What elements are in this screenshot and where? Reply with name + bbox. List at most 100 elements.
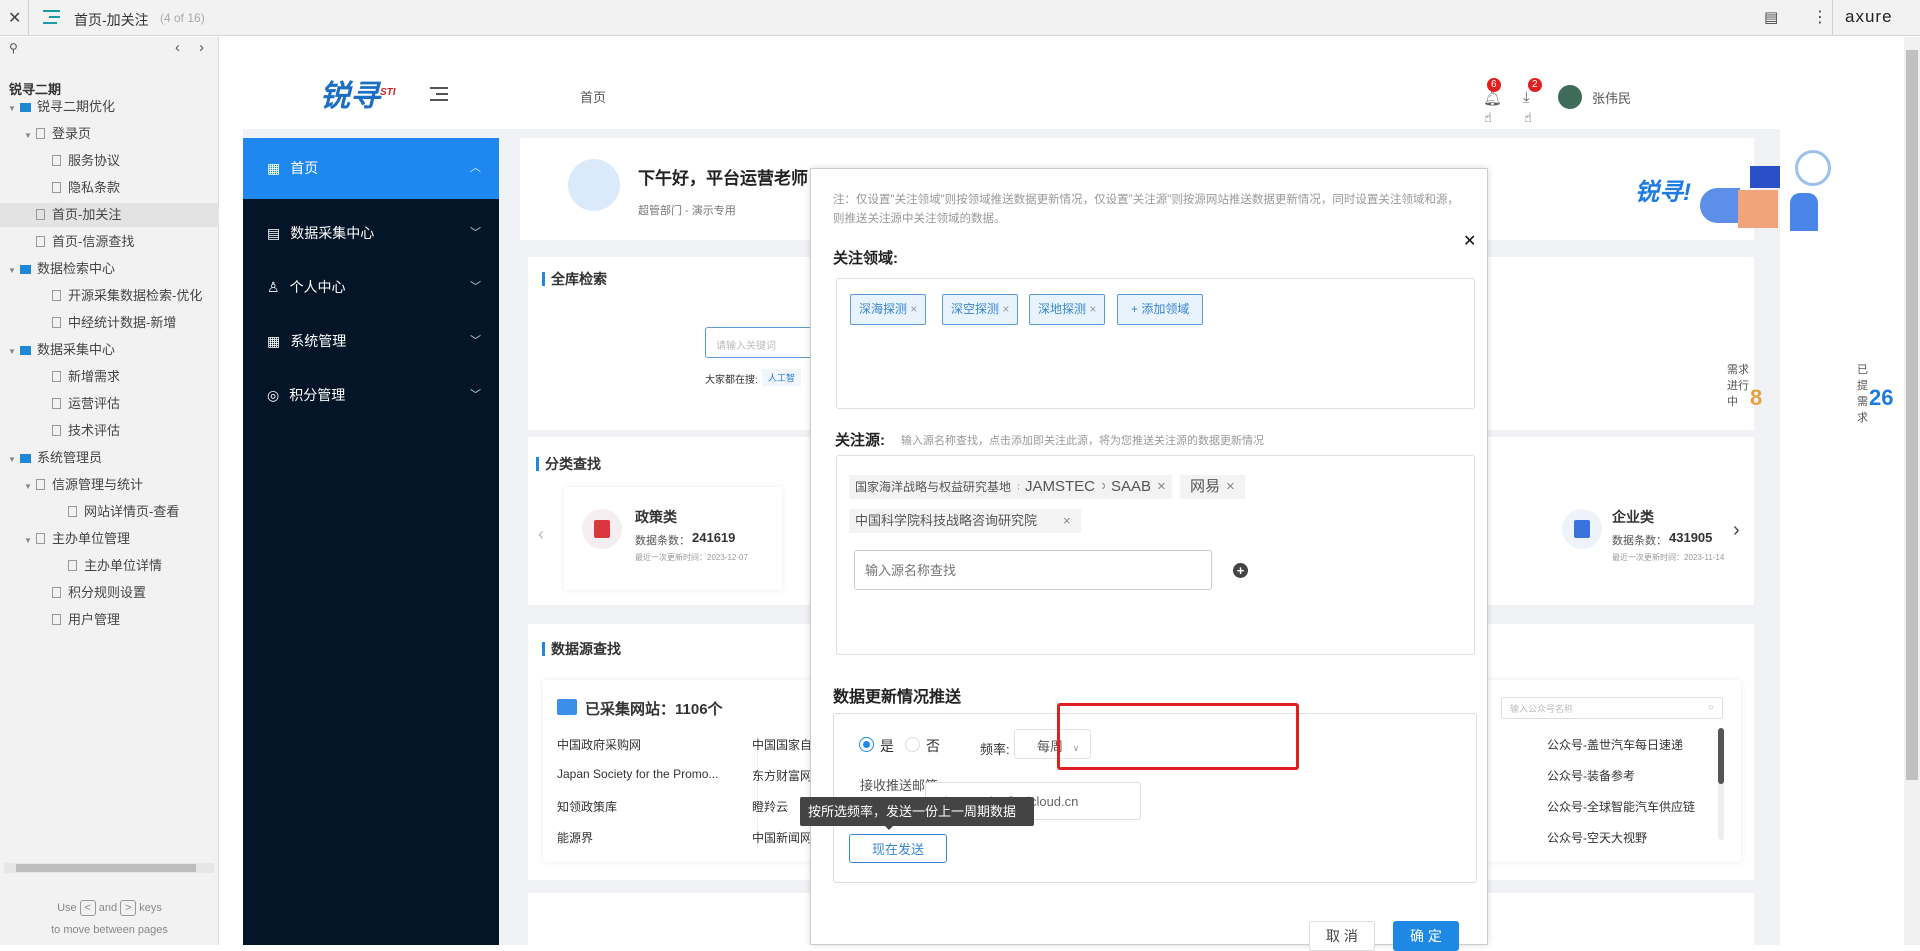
sitemap-item[interactable]: 用户管理	[40, 608, 120, 632]
push-title: 数据更新情况推送	[833, 689, 962, 706]
sitemap-item[interactable]: 首页-信源查找	[24, 230, 134, 254]
remove-icon[interactable]: ×	[910, 302, 917, 316]
expand-triangle-icon[interactable]: ▼	[24, 529, 36, 553]
website-icon	[557, 699, 577, 715]
nav-item[interactable]: ▤ 数据采集中心 ﹀	[243, 206, 499, 260]
sitemap-item[interactable]: 主办单位详情	[56, 554, 162, 578]
radio-no[interactable]	[905, 737, 920, 752]
carousel-next-icon[interactable]: ›	[1733, 519, 1740, 542]
sitemap-item-label: 技术评估	[68, 423, 121, 438]
collapse-menu-icon[interactable]	[430, 87, 448, 101]
site-link[interactable]: 中国国家自	[752, 736, 812, 753]
page-icon	[52, 614, 61, 625]
site-link[interactable]: 能源界	[557, 829, 593, 846]
carousel-prev-icon[interactable]: ‹	[538, 524, 544, 545]
notes-icon[interactable]: ▤	[1764, 8, 1778, 26]
sitemap-item[interactable]: ▼ 系统管理员	[8, 446, 102, 470]
prev-page-button[interactable]: ‹	[175, 39, 180, 56]
sitemap-item[interactable]: ▼ 登录页	[24, 122, 91, 146]
hot-tag[interactable]: 人工智	[762, 369, 802, 386]
close-icon[interactable]: ✕	[1463, 231, 1476, 251]
sitemap-item[interactable]: 首页-加关注	[0, 203, 219, 227]
user-name[interactable]: 张伟民	[1592, 88, 1631, 107]
source-search-input[interactable]	[854, 550, 1212, 590]
site-link[interactable]: Japan Society for the Promo...	[557, 767, 718, 781]
radio-yes[interactable]	[859, 737, 874, 752]
remove-icon[interactable]: ×	[1157, 478, 1166, 495]
expand-triangle-icon[interactable]: ▼	[8, 97, 20, 121]
expand-triangle-icon[interactable]: ▼	[8, 448, 20, 472]
expand-triangle-icon[interactable]: ▼	[24, 124, 36, 148]
sitemap-item[interactable]: 中经统计数据-新增	[40, 311, 176, 335]
sitemap-item[interactable]: 积分规则设置	[40, 581, 146, 605]
follow-settings-modal: 注：仅设置"关注领域"则按领域推送数据更新情况，仅设置"关注源"则按源网站推送数…	[810, 168, 1488, 951]
send-now-button[interactable]: 现在发送	[849, 834, 947, 863]
expand-triangle-icon[interactable]: ▼	[24, 475, 36, 499]
nav-item[interactable]: ▦ 系统管理 ﹀	[243, 314, 499, 368]
site-link[interactable]: 知领政策库	[557, 798, 617, 815]
sitemap-item[interactable]: ▼ 数据检索中心	[8, 257, 115, 281]
category-item[interactable]: 政策类 数据条数： 241619 最近一次更新时间：2023-12-07	[564, 487, 782, 590]
sitemap-item[interactable]: 隐私条款	[40, 176, 120, 200]
remove-icon[interactable]: ×	[1063, 513, 1071, 528]
sitemap-item[interactable]: 技术评估	[40, 419, 120, 443]
download-icon[interactable]: ⤓	[1523, 89, 1530, 106]
nav-item[interactable]: ◎ 积分管理 ﹀	[243, 368, 499, 422]
global-search-input[interactable]: 请输入关键词	[705, 327, 825, 358]
sitemap-item-label: 网站详情页-查看	[84, 504, 180, 519]
keyboard-hint: Use < and > keys to move between pages	[0, 897, 219, 941]
wechat-link[interactable]: 公众号-空天大视野	[1547, 829, 1647, 846]
search-icon[interactable]: ⚲	[9, 41, 18, 55]
source-chip: 网易 ×	[1180, 475, 1245, 499]
sitemap-item[interactable]: 服务协议	[40, 149, 120, 173]
more-icon[interactable]: ⋮	[1812, 7, 1828, 27]
cancel-button[interactable]: 取 消	[1309, 921, 1375, 951]
sitemap-item[interactable]: 网站详情页-查看	[56, 500, 179, 524]
wechat-link[interactable]: 公众号-装备参考	[1547, 767, 1635, 784]
sitemap-item[interactable]: ▼ 主办单位管理	[24, 527, 130, 551]
wechat-link[interactable]: 公众号-全球智能汽车供应链	[1547, 798, 1695, 815]
site-link[interactable]: 中国新闻网	[752, 829, 812, 846]
remove-icon[interactable]: ×	[1089, 302, 1096, 316]
sitemap-item[interactable]: ▼ 数据采集中心	[8, 338, 115, 362]
send-now-tooltip: 按所选频率，发送一份上一周期数据	[800, 797, 1034, 826]
next-page-button[interactable]: ›	[199, 39, 204, 56]
remove-icon[interactable]: ×	[1002, 302, 1009, 316]
folder-icon	[20, 103, 31, 112]
sitemap-item[interactable]: 开源采集数据检索-优化	[40, 284, 202, 308]
add-source-icon[interactable]: +	[1233, 563, 1248, 578]
horizontal-scrollbar[interactable]	[4, 863, 214, 873]
confirm-button[interactable]: 确 定	[1393, 921, 1459, 951]
site-link[interactable]: 中国政府采购网	[557, 736, 641, 753]
wechat-search-input[interactable]: 输入公众号名称 ○	[1501, 697, 1723, 719]
field-tag: 深海探测 ×	[850, 294, 927, 325]
page-icon	[68, 506, 77, 517]
stat-label: 已提需求	[1857, 364, 1868, 424]
expand-triangle-icon[interactable]: ▼	[8, 340, 20, 364]
field-tag: 深地探测 ×	[1029, 294, 1106, 325]
user-icon: ♙	[267, 279, 280, 295]
list-scrollbar[interactable]	[1718, 728, 1724, 840]
page-title: 首页-加关注	[74, 12, 149, 28]
sitemap-item[interactable]: 新增需求	[40, 365, 120, 389]
sitemap-item[interactable]: 运营评估	[40, 392, 120, 416]
app-header	[243, 37, 1780, 129]
sitemap-item-label: 用户管理	[68, 612, 121, 627]
site-link[interactable]: 瞪羚云	[752, 798, 788, 815]
nav-item[interactable]: ♙ 个人中心 ﹀	[243, 260, 499, 314]
add-field-button[interactable]: + 添加领域	[1117, 294, 1204, 325]
avatar[interactable]	[1558, 85, 1582, 109]
highlight-box	[1057, 703, 1299, 770]
sitemap-item[interactable]: ▼ 锐寻二期优化	[8, 95, 115, 119]
close-icon[interactable]: ✕	[8, 8, 21, 28]
sitemap-menu-icon[interactable]	[43, 10, 60, 24]
sitemap-item[interactable]: ▼ 信源管理与统计	[24, 473, 143, 497]
page-scrollbar[interactable]	[1904, 37, 1920, 945]
site-link[interactable]: 东方财富网	[752, 767, 812, 784]
expand-triangle-icon[interactable]: ▼	[8, 259, 20, 283]
nav-item[interactable]: ▦ 首页 ︿	[243, 138, 499, 199]
sitemap-item-label: 登录页	[52, 126, 92, 141]
remove-icon[interactable]: ×	[1226, 478, 1235, 495]
divider	[28, 0, 29, 36]
wechat-link[interactable]: 公众号-盖世汽车每日速递	[1547, 736, 1683, 753]
